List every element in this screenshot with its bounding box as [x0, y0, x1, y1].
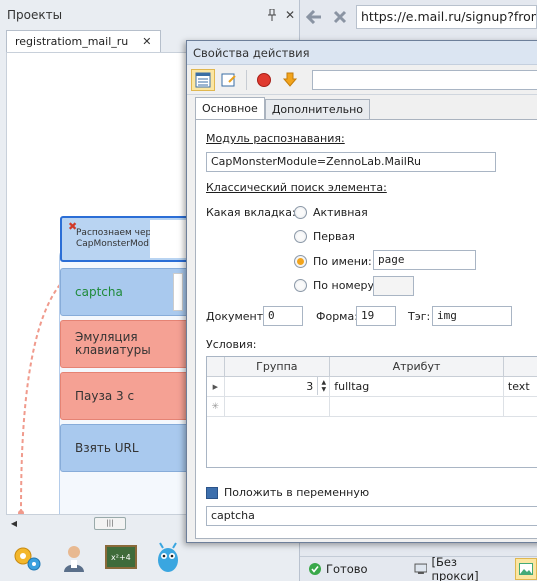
- tab-number-input[interactable]: [373, 276, 414, 296]
- tab-name-input[interactable]: page: [373, 250, 476, 270]
- chalkboard-icon[interactable]: x²+4: [104, 541, 138, 575]
- conditions-grid[interactable]: Группа Атрибут ▶ 3 ▲ ▼ fulltag text ✳: [206, 356, 537, 468]
- download-arrow-icon[interactable]: [278, 69, 302, 91]
- new-row[interactable]: ✳: [207, 397, 537, 417]
- cell-value[interactable]: text: [504, 377, 537, 396]
- form-label: Форма:: [316, 310, 358, 323]
- project-tab-label: registratiom_mail_ru: [15, 35, 129, 48]
- pin-icon[interactable]: [263, 6, 281, 24]
- new-row-icon: ✳: [207, 397, 225, 416]
- column-group[interactable]: Группа: [225, 357, 331, 376]
- conditions-label: Условия:: [206, 338, 257, 351]
- status-ready: Готово: [308, 562, 368, 576]
- stop-icon[interactable]: [330, 7, 350, 27]
- ready-icon: [309, 563, 321, 575]
- tab-main[interactable]: Основное: [195, 97, 265, 119]
- close-tab-icon[interactable]: ✕: [142, 35, 151, 48]
- status-ready-label: Готово: [326, 562, 368, 576]
- svg-text:x²+4: x²+4: [111, 553, 131, 562]
- back-arrow-icon[interactable]: [304, 7, 324, 27]
- error-icon: ✖: [68, 220, 78, 233]
- radio-by-name[interactable]: [294, 255, 307, 268]
- tab-project[interactable]: registratiom_mail_ru ✕: [6, 30, 161, 52]
- status-proxy[interactable]: [Без прокси]: [414, 555, 508, 581]
- dialog-title: Свойства действия: [187, 41, 537, 65]
- form-input[interactable]: 19: [356, 306, 396, 326]
- table-row[interactable]: ▶ 3 ▲ ▼ fulltag text: [207, 377, 537, 397]
- properties-view-icon[interactable]: [191, 68, 215, 91]
- user-icon[interactable]: [57, 541, 91, 575]
- toolbar-search-input[interactable]: [312, 69, 537, 90]
- classic-search-label: Классический поиск элемента:: [206, 181, 387, 194]
- radio-first-label: Первая: [313, 230, 355, 243]
- gears-icon[interactable]: [10, 541, 44, 575]
- status-bar: Готово [Без прокси]: [300, 555, 537, 581]
- block-captcha-label: captcha: [75, 285, 123, 299]
- grid-header: Группа Атрибут: [207, 357, 537, 377]
- block-emulation-label: Эмуляция клавиатуры: [75, 330, 151, 357]
- edit-action-icon[interactable]: [217, 69, 241, 91]
- projects-title: Проекты: [7, 8, 63, 22]
- tag-label: Тэг:: [408, 310, 431, 323]
- action-properties-dialog: Свойства действия Основное Дополнительно…: [186, 40, 537, 543]
- variable-input[interactable]: captcha: [206, 506, 537, 526]
- dialog-tabs: Основное Дополнительно: [187, 97, 537, 119]
- url-input[interactable]: https://e.mail.ru/signup?from=: [356, 5, 537, 29]
- variable-icon: [206, 486, 218, 499]
- radio-by-number-label: По номеру:: [313, 279, 378, 292]
- column-value[interactable]: [504, 357, 537, 376]
- radio-by-number[interactable]: [294, 279, 307, 292]
- document-label: Документ:: [206, 310, 267, 323]
- close-icon[interactable]: ✕: [281, 6, 299, 24]
- proxy-icon: [414, 563, 427, 574]
- scroll-thumb[interactable]: |||: [94, 517, 126, 530]
- radio-first[interactable]: [294, 230, 307, 243]
- cell-group-value: 3: [306, 380, 314, 393]
- cell-attribute[interactable]: fulltag: [330, 377, 504, 396]
- column-attribute[interactable]: Атрибут: [330, 357, 504, 376]
- save-var-label: Положить в переменную: [224, 486, 370, 499]
- block-url-label: Взять URL: [75, 441, 139, 455]
- tag-input[interactable]: img: [432, 306, 512, 326]
- row-indicator-icon: ▶: [207, 377, 225, 396]
- module-label: Модуль распознавания:: [206, 132, 345, 145]
- tab-additional[interactable]: Дополнительно: [264, 99, 371, 119]
- block-pause-label: Пауза 3 с: [75, 389, 135, 403]
- radio-active[interactable]: [294, 206, 307, 219]
- cell-group[interactable]: 3 ▲ ▼: [225, 377, 331, 396]
- which-tab-label: Какая вкладка:: [206, 206, 296, 219]
- radio-active-label: Активная: [313, 206, 368, 219]
- dialog-body: Модуль распознавания: CapMonsterModule=Z…: [195, 119, 537, 539]
- group-spinner-icon[interactable]: ▲ ▼: [317, 377, 329, 395]
- dialog-toolbar: [187, 65, 537, 95]
- scroll-left-icon[interactable]: ◀: [6, 519, 22, 528]
- module-field[interactable]: CapMonsterModule=ZennoLab.MailRu: [206, 152, 496, 172]
- browser-url-row: https://e.mail.ru/signup?from=: [300, 0, 537, 34]
- save-to-variable-option[interactable]: Положить в переменную: [206, 486, 369, 499]
- document-input[interactable]: 0: [263, 306, 303, 326]
- robot-icon[interactable]: [151, 541, 185, 575]
- stop-circle-icon[interactable]: [252, 69, 276, 91]
- status-proxy-label: [Без прокси]: [431, 555, 479, 581]
- image-toggle-icon[interactable]: [515, 558, 537, 580]
- projects-header: Проекты ✕: [0, 0, 299, 30]
- radio-by-name-label: По имени:: [313, 255, 372, 268]
